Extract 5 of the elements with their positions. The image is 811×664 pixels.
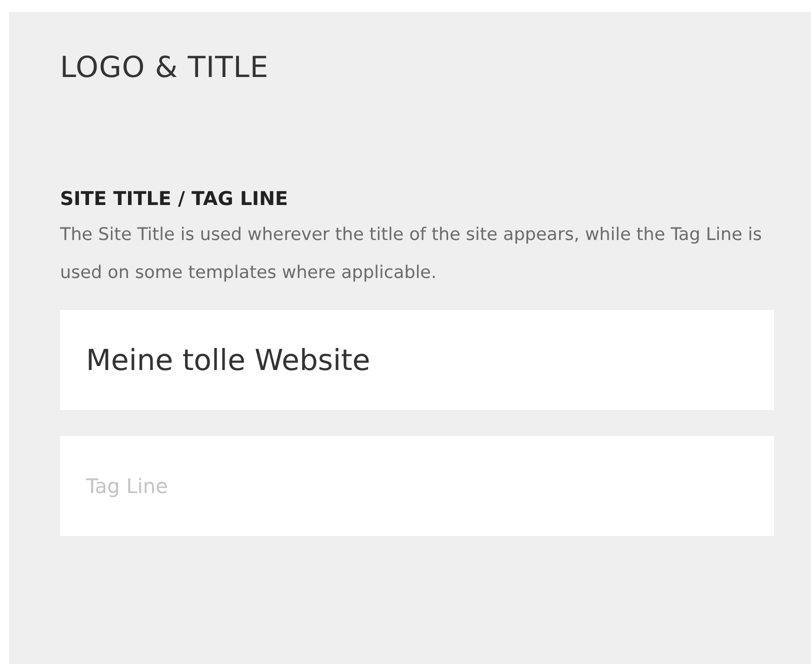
panel-title: LOGO & TITLE xyxy=(60,49,269,86)
site-title-field[interactable]: Meine tolle Website xyxy=(60,310,774,410)
section-heading: SITE TITLE / TAG LINE xyxy=(60,187,288,212)
tag-line-field[interactable]: Tag Line xyxy=(60,436,774,536)
section-description: The Site Title is used wherever the title of the site appears, while the Tag Line is used on some templates where applicable. xyxy=(60,224,763,285)
